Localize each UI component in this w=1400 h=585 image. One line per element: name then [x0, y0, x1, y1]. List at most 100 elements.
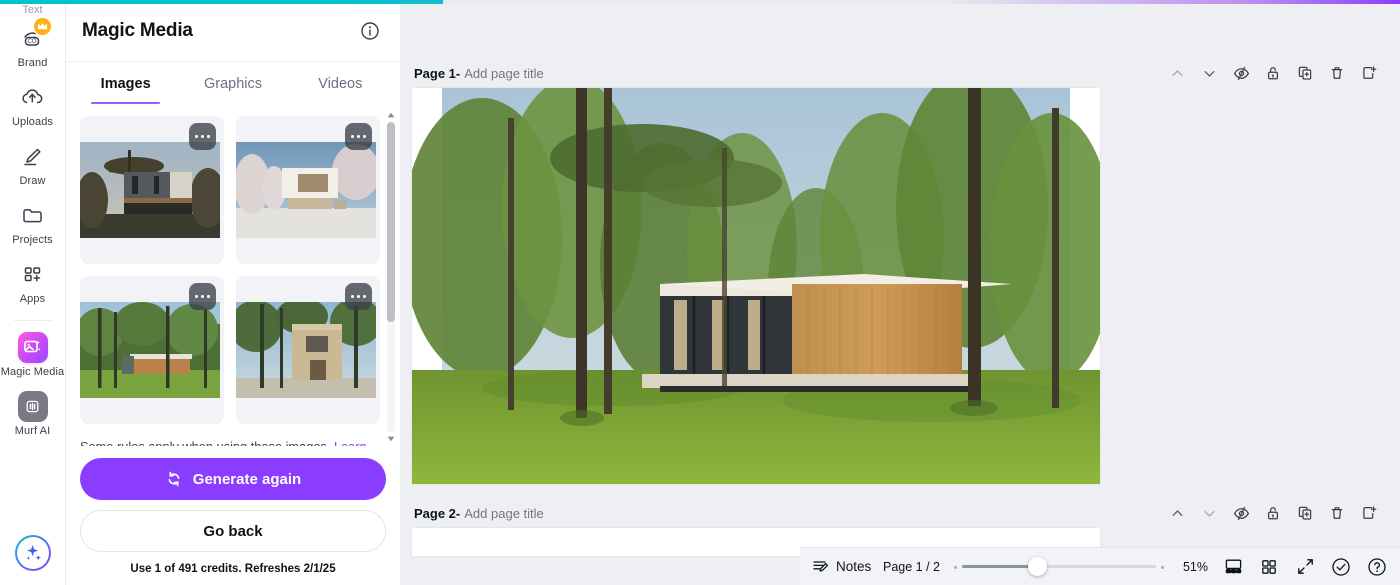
delete-page-icon[interactable]	[1328, 64, 1346, 82]
brand-icon: CO	[18, 18, 51, 53]
lock-icon[interactable]	[1264, 504, 1282, 522]
generate-again-button[interactable]: Generate again	[80, 458, 386, 500]
generated-image-item[interactable]	[80, 276, 224, 424]
upload-cloud-icon	[18, 82, 48, 112]
zoom-slider-fill	[962, 565, 1038, 568]
panel-tabs: Images Graphics Videos	[66, 62, 400, 104]
panel-scrollbar[interactable]	[385, 108, 397, 446]
fullscreen-icon[interactable]	[1294, 556, 1316, 578]
apps-grid-plus-icon	[18, 259, 48, 289]
go-back-button[interactable]: Go back	[80, 510, 386, 552]
magic-media-icon	[17, 331, 48, 363]
sidebar-item-apps[interactable]: Apps	[0, 252, 66, 311]
more-options-icon[interactable]	[345, 283, 372, 310]
zoom-slider-min-dot	[954, 565, 957, 569]
rules-copy: Some rules apply when using these images…	[80, 439, 330, 446]
page-header-2: Page 2 - Add page title	[412, 498, 1400, 528]
sidebar-label-apps: Apps	[19, 293, 46, 305]
thumbnail-art	[80, 142, 224, 238]
hide-page-icon[interactable]	[1232, 64, 1250, 82]
generated-image-grid	[66, 104, 400, 424]
murf-ai-icon	[17, 390, 48, 422]
zoom-slider[interactable]	[954, 557, 1164, 577]
more-options-icon[interactable]	[345, 123, 372, 150]
sidebar-label-murf-ai: Murf AI	[14, 425, 51, 437]
generated-image-item[interactable]	[80, 116, 224, 264]
go-back-label: Go back	[203, 522, 263, 540]
sidebar-item-projects[interactable]: Projects	[0, 193, 66, 252]
presenter-view-icon[interactable]	[1222, 556, 1244, 578]
scroll-up-icon[interactable]	[387, 110, 395, 120]
sidebar-label-brand: Brand	[17, 57, 48, 69]
zoom-slider-handle[interactable]	[1027, 557, 1047, 576]
tab-graphics[interactable]: Graphics	[179, 62, 286, 104]
sidebar-label-uploads: Uploads	[11, 116, 54, 128]
left-rail: Text CO Brand Uploads Draw Projects Apps…	[0, 0, 66, 585]
more-options-icon[interactable]	[189, 123, 216, 150]
check-circle-icon[interactable]	[1330, 556, 1352, 578]
pen-draw-icon	[18, 141, 48, 171]
help-icon[interactable]	[1366, 556, 1388, 578]
sidebar-item-murf-ai[interactable]: Murf AI	[0, 384, 66, 443]
page-label-1: Page 1	[414, 65, 456, 81]
panel-results-area: Some rules apply when using these images…	[66, 104, 400, 446]
lock-icon[interactable]	[1264, 64, 1282, 82]
chevron-up-icon[interactable]	[1168, 64, 1186, 82]
canva-editor: Text CO Brand Uploads Draw Projects Apps…	[0, 0, 1400, 585]
page-toolbar-1	[1168, 64, 1390, 82]
duplicate-page-icon[interactable]	[1296, 64, 1314, 82]
thumbnail-art	[80, 302, 224, 398]
duplicate-page-icon[interactable]	[1296, 504, 1314, 522]
notes-icon	[812, 558, 829, 575]
rail-partial-label-text: Text	[22, 4, 43, 16]
rail-bottom-area	[0, 535, 66, 571]
tab-images[interactable]: Images	[72, 62, 179, 104]
page-toolbar-2	[1168, 504, 1390, 522]
page-label-2: Page 2	[414, 505, 456, 521]
sidebar-item-magic-media[interactable]: Magic Media	[0, 325, 66, 384]
sidebar-item-draw[interactable]: Draw	[0, 134, 66, 193]
add-page-icon[interactable]	[1360, 504, 1378, 522]
add-page-icon[interactable]	[1360, 64, 1378, 82]
canvas-area[interactable]: Page 1 - Add page title Page 2 - Add pag…	[400, 0, 1400, 585]
thumbnail-art	[236, 302, 380, 398]
chevron-down-icon[interactable]	[1200, 504, 1218, 522]
more-options-icon[interactable]	[189, 283, 216, 310]
sparkle-icon[interactable]	[15, 535, 51, 571]
sidebar-label-projects: Projects	[12, 234, 53, 246]
panel-header: Magic Media	[66, 0, 400, 62]
zoom-level-label: 51%	[1182, 559, 1208, 574]
panel-title: Magic Media	[82, 19, 193, 41]
notes-button[interactable]: Notes	[812, 558, 871, 575]
regenerate-icon	[165, 470, 183, 488]
hide-page-icon[interactable]	[1232, 504, 1250, 522]
scrollbar-thumb[interactable]	[387, 122, 395, 322]
scroll-down-icon[interactable]	[387, 434, 395, 444]
page-title-input-1[interactable]: Add page title	[464, 66, 544, 81]
delete-page-icon[interactable]	[1328, 504, 1346, 522]
chevron-down-icon[interactable]	[1200, 64, 1218, 82]
forest-cabin-image[interactable]	[412, 88, 1100, 484]
tab-videos[interactable]: Videos	[287, 62, 394, 104]
generated-image-item[interactable]	[236, 276, 380, 424]
rail-divider	[13, 320, 52, 321]
sidebar-label-magic-media: Magic Media	[0, 366, 65, 378]
generated-image-item[interactable]	[236, 116, 380, 264]
credits-text: Use 1 of 491 credits. Refreshes 2/1/25	[130, 563, 336, 575]
page-title-input-2[interactable]: Add page title	[464, 506, 544, 521]
magic-media-panel: Magic Media Images Graphics Videos Gener…	[66, 0, 400, 585]
chevron-up-icon[interactable]	[1168, 504, 1186, 522]
sidebar-item-brand[interactable]: CO Brand	[0, 16, 66, 75]
bottom-bar-right: Page 1 / 2 51%	[883, 556, 1388, 578]
top-gradient-bar-right	[443, 0, 1400, 4]
svg-text:CO: CO	[27, 39, 36, 45]
panel-footer: Generate again Go back Use 1 of 491 cred…	[66, 446, 400, 585]
page-canvas-1[interactable]	[412, 88, 1100, 484]
page-label-separator: -	[455, 65, 461, 81]
sidebar-label-draw: Draw	[19, 175, 46, 187]
page-label-separator: -	[455, 505, 461, 521]
info-icon[interactable]	[356, 17, 384, 45]
sidebar-item-uploads[interactable]: Uploads	[0, 75, 66, 134]
page-header-1: Page 1 - Add page title	[412, 58, 1400, 88]
grid-view-icon[interactable]	[1258, 556, 1280, 578]
